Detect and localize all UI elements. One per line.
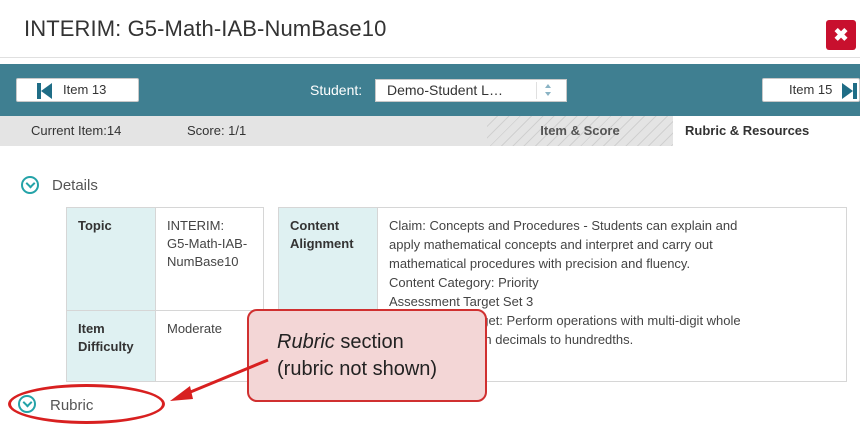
annotation-arrow-icon: [170, 358, 269, 401]
